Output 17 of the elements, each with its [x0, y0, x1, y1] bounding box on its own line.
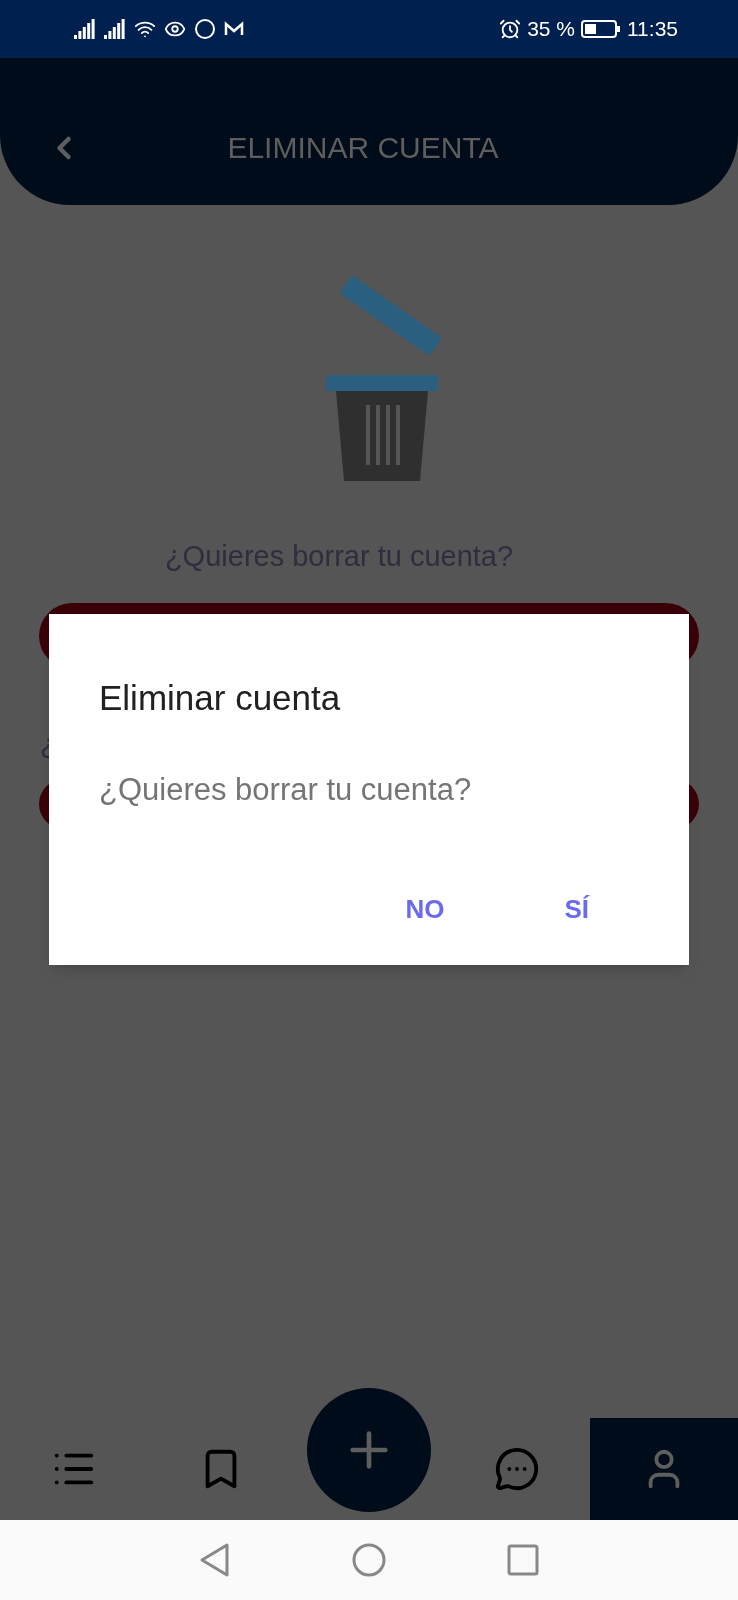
mail-icon	[224, 21, 244, 37]
battery-icon	[581, 19, 621, 39]
clock-time: 11:35	[627, 16, 678, 43]
battery-percent: 35 %	[527, 16, 575, 43]
nav-tab[interactable]	[590, 1418, 738, 1520]
dialog-button[interactable]: SÍ	[554, 882, 599, 937]
dialog-button[interactable]: NO	[395, 882, 455, 937]
header-title: ELIMINAR CUENTA	[226, 130, 500, 166]
dialog-title: Eliminar cuenta	[99, 677, 342, 719]
home-circle-icon[interactable]	[351, 1542, 387, 1578]
chat-icon	[493, 1446, 540, 1492]
back-triangle-icon[interactable]	[199, 1542, 231, 1578]
alarm-icon	[499, 18, 522, 40]
square-icon[interactable]	[507, 1544, 539, 1576]
signal-icon	[74, 19, 96, 39]
dialog-message: ¿Quieres borrar tu cuenta?	[99, 770, 472, 809]
signal-icon	[104, 19, 126, 39]
